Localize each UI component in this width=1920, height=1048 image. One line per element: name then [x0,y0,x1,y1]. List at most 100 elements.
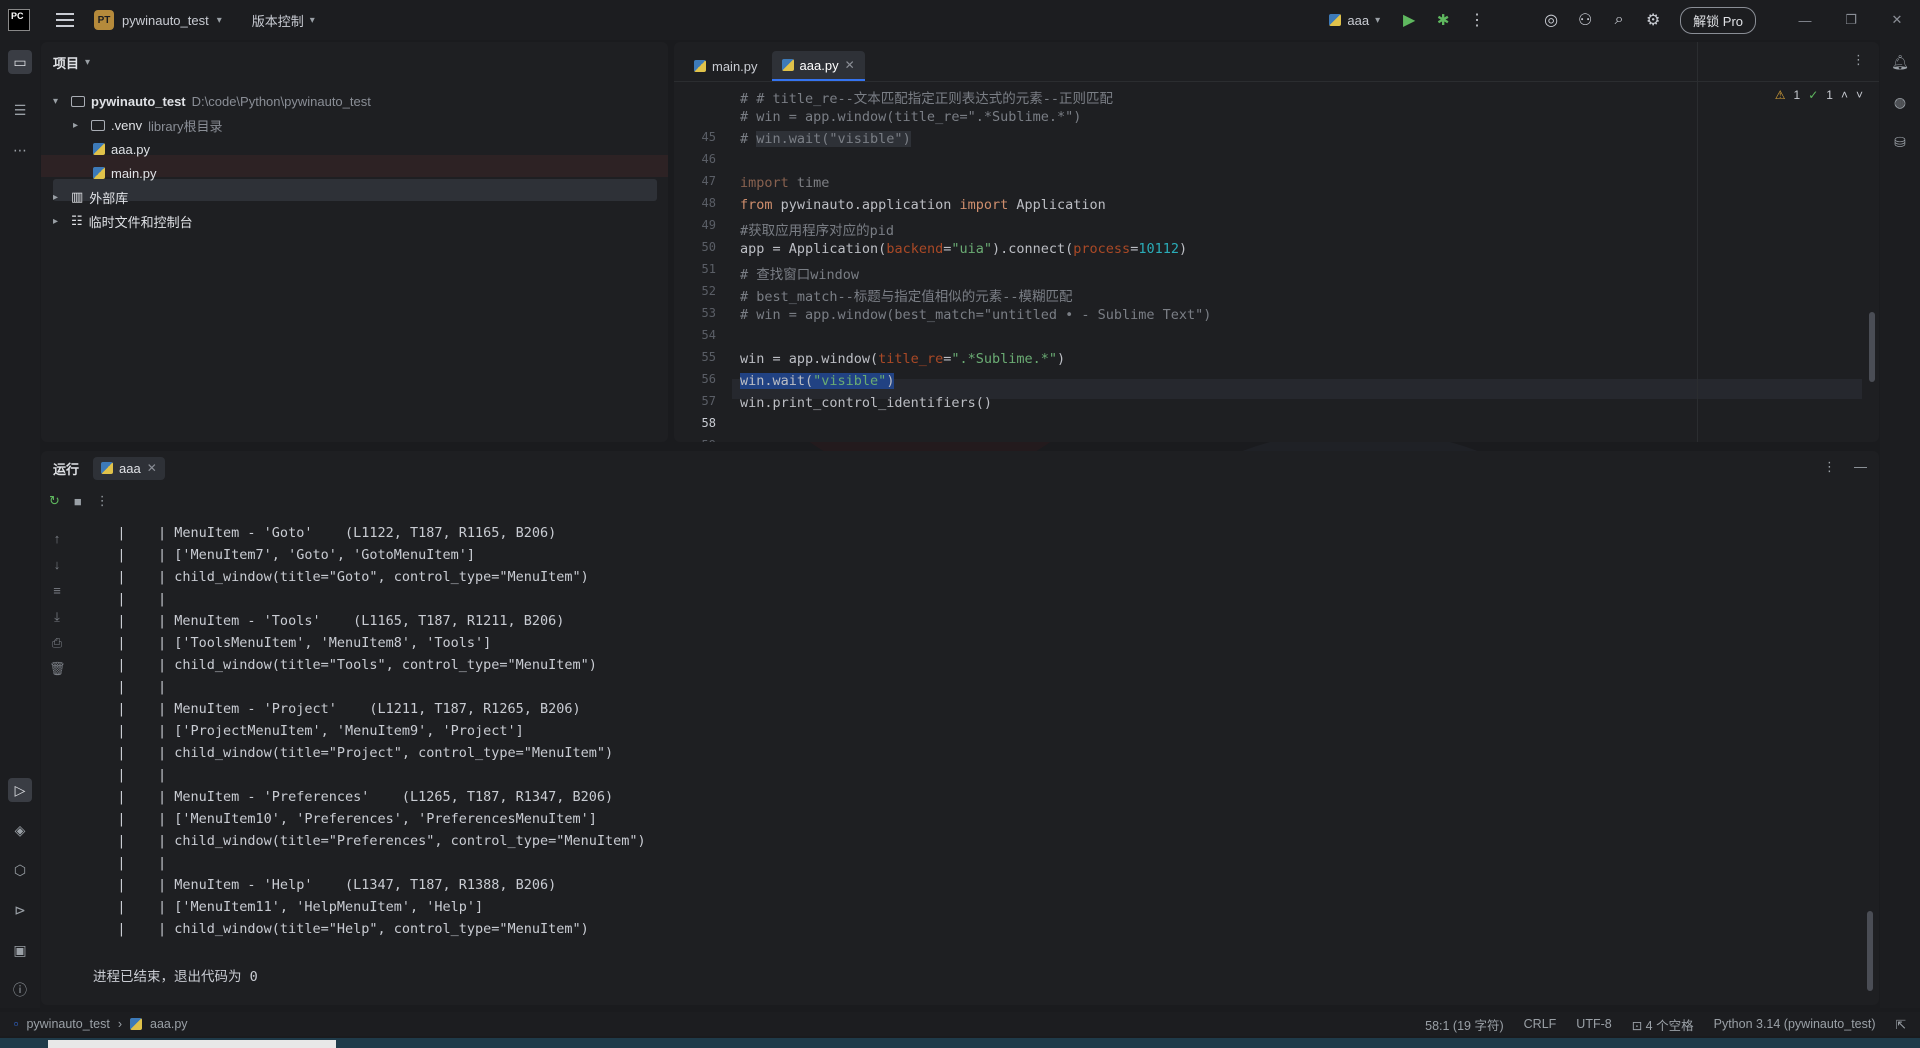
output-line: | | MenuItem - 'Preferences' (L1265, T18… [93,789,614,805]
tree-item-aaa-py[interactable]: aaa.py [93,137,150,161]
line-number: 59 [676,438,716,442]
line-number: 58 [701,416,716,430]
breadcrumb-file[interactable]: aaa.py [150,1017,188,1031]
project-tool-icon[interactable]: ▭ [8,50,32,74]
tree-item-venv[interactable]: ▸ .venv library根目录 [73,113,222,137]
project-panel-header[interactable]: 项目 ▾ [41,42,668,82]
close-icon[interactable]: ✕ [1874,0,1920,40]
chevron-right-icon[interactable]: ▸ [53,216,65,227]
tree-item-main-py[interactable]: main.py [93,161,157,185]
output-line: | | child_window(title="Goto", control_t… [93,569,589,585]
ai-chat-icon[interactable]: ◍ [1888,90,1912,114]
services-icon[interactable]: ⊳ [8,898,32,922]
warning-icon: ⚠ [1774,88,1786,102]
problems-icon[interactable]: ⓘ [8,978,32,1002]
tree-item-project-root[interactable]: ▾ pywinauto_test D:\code\Python\pywinaut… [53,89,371,113]
python-interpreter[interactable]: Python 3.14 (pywinauto_test) [1714,1017,1876,1031]
more-vertical-icon[interactable]: ⋮ [1460,0,1494,40]
rerun-icon[interactable]: ↻ [49,493,60,509]
editor-panel: main.py aaa.py ✕ ⋮ ⚠ 1 ✓ 1 ˄ ˅ 45 46 47 48… [674,42,1879,442]
project-panel-title: 项目 [53,55,80,71]
python-file-icon [93,167,105,179]
chevron-right-icon[interactable]: ▸ [73,120,85,131]
code-line: from pywinauto.application import Applic… [740,197,1106,213]
chevron-down-icon: ▾ [1375,14,1381,26]
unlock-pro-button[interactable]: 解锁 Pro [1680,6,1756,34]
code-line: # 查找窗口window [740,267,860,283]
console-scrollbar[interactable] [1867,911,1873,991]
run-toolbar: ↻ ■ ⋮ [49,493,109,509]
line-number: 48 [701,196,716,210]
python-console-icon[interactable]: ◈ [8,818,32,842]
line-number: 50 [701,240,716,254]
more-vertical-icon[interactable]: ⋮ [96,493,109,509]
notifications-icon[interactable]: 🔔︎ [1888,50,1912,74]
project-switcher[interactable]: PT pywinauto_test ▾ [94,10,222,30]
tab-main-py[interactable]: main.py [684,51,768,81]
chevron-up-icon[interactable]: ˄ [1841,88,1848,102]
library-icon: ▥ [71,189,84,204]
stop-icon[interactable]: ■ [74,494,82,509]
editor-scrollbar[interactable] [1869,312,1875,382]
file-encoding[interactable]: UTF-8 [1576,1017,1611,1031]
restore-icon[interactable]: ❐ [1828,0,1874,40]
trash-icon[interactable]: 🗑︎ [49,661,66,677]
inspection-widget[interactable]: ⚠ 1 ✓ 1 ˄ ˅ [1775,88,1863,102]
debug-icon[interactable]: ✱ [1426,0,1460,40]
gear-icon[interactable]: ⚙ [1636,0,1670,40]
caret-position[interactable]: 58:1 (19 字符) [1425,1015,1504,1034]
run-tab-aaa[interactable]: aaa ✕ [93,456,165,480]
project-badge: PT [94,10,114,30]
run-tool-icon[interactable]: ▷ [8,778,32,802]
terminal-icon[interactable]: ▣ [8,938,32,962]
code-line: win = app.window(title_re=".*Sublime.*") [740,351,1066,367]
print-icon[interactable]: ⎙ [49,635,65,651]
warning-count: 1 [1793,88,1801,102]
more-tools-icon[interactable]: ⋯ [8,138,32,162]
search-icon[interactable]: ⌕ [1602,0,1636,40]
arrow-down-icon[interactable]: ↓ [49,557,65,572]
vcs-menu[interactable]: 版本控制 ▾ [252,11,315,30]
python-packages-icon[interactable]: ⬡ [8,858,32,882]
run-icon[interactable]: ▶ [1392,0,1426,40]
ai-assistant-icon[interactable]: ◎ [1534,0,1568,40]
output-line: | | [93,767,167,783]
tree-item-external-libs[interactable]: ▸ ▥ 外部库 [53,185,128,209]
add-user-icon[interactable]: ⚇ [1568,0,1602,40]
breadcrumb-project[interactable]: pywinauto_test [26,1017,109,1031]
line-number: 49 [701,218,716,232]
arrow-up-icon[interactable]: ↑ [49,531,65,546]
minimize-icon[interactable]: — [1782,0,1828,40]
title-bar: PC PT pywinauto_test ▾ 版本控制 ▾ aaa ▾ ▶ ✱ … [0,0,1920,40]
more-vertical-icon[interactable]: ⋮ [1823,459,1836,475]
run-config-label: aaa [1347,12,1370,28]
lock-icon[interactable]: ⇱ [1896,1017,1906,1032]
output-line: | | ['ProjectMenuItem', 'MenuItem9', 'Pr… [93,723,524,739]
python-file-icon [101,462,114,474]
main-menu-icon[interactable] [56,13,74,27]
indent-setting[interactable]: ⊡ 4 个空格 [1632,1015,1694,1034]
chevron-down-icon[interactable]: ▾ [53,96,65,107]
tab-aaa-py[interactable]: aaa.py ✕ [771,51,865,81]
soft-wrap-icon[interactable]: ≡ [49,583,65,598]
structure-tool-icon[interactable]: ☰ [8,98,32,122]
ok-count: 1 [1826,88,1833,102]
database-icon[interactable]: ⛁ [1888,130,1912,154]
scroll-to-end-icon[interactable]: ⤓ [49,609,65,625]
output-line: | | [93,855,167,871]
hide-panel-icon[interactable]: — [1854,459,1867,475]
run-config-selector[interactable]: aaa ▾ [1329,13,1380,28]
more-vertical-icon[interactable]: ⋮ [1852,52,1865,68]
chevron-down-icon[interactable]: ˅ [1856,88,1863,102]
tree-item-scratches[interactable]: ▸ ☷ 临时文件和控制台 [53,209,193,233]
code-line: # best_match--标题与指定值相似的元素--模糊匹配 [740,289,1073,305]
close-tab-icon[interactable]: ✕ [147,461,157,475]
chevron-right-icon[interactable]: ▸ [53,192,65,203]
line-separator[interactable]: CRLF [1524,1017,1557,1031]
project-name: pywinauto_test [122,12,209,28]
tree-item-label: 外部库 [89,190,129,206]
close-tab-icon[interactable]: ✕ [845,58,855,72]
chevron-down-icon: ▾ [216,14,222,26]
code-line: win.print_control_identifiers() [740,395,992,411]
line-number: 53 [701,306,716,320]
